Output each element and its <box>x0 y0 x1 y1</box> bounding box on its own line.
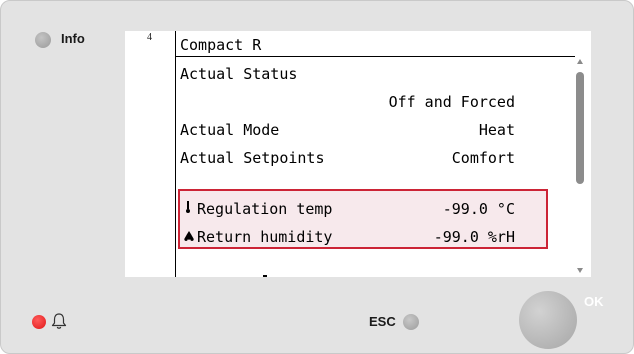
actual-mode-value: Heat <box>478 121 515 139</box>
return-humidity-label: Return humidity <box>197 228 333 246</box>
screen-title: Compact R <box>180 36 262 54</box>
ok-label: OK <box>584 294 604 309</box>
partial-next-line <box>263 275 267 277</box>
alarm-led-indicator <box>32 315 46 329</box>
actual-mode-label: Actual Mode <box>180 121 280 139</box>
actual-status-value: Off and Forced <box>388 93 515 111</box>
info-label: Info <box>61 31 85 46</box>
lcd-display: 4 Compact R Actual Status Off and Forced… <box>125 31 591 277</box>
scroll-down-arrow-icon[interactable] <box>577 268 583 273</box>
line-number: 4 <box>147 32 152 43</box>
header-divider <box>175 56 575 57</box>
scrollbar-thumb[interactable] <box>576 72 584 184</box>
humidity-drops-icon <box>183 229 197 247</box>
actual-setpoints-label: Actual Setpoints <box>180 149 325 167</box>
return-humidity-row[interactable]: Return humidity <box>183 228 332 247</box>
regulation-temp-row[interactable]: Regulation temp <box>183 200 332 219</box>
controller-panel: Info 4 Compact R Actual Status Off and F… <box>0 0 634 354</box>
regulation-temp-value: -99.0 °C <box>442 200 515 218</box>
esc-label: ESC <box>369 314 396 329</box>
return-humidity-value: -99.0 %rH <box>433 228 515 246</box>
ok-button[interactable] <box>519 291 577 349</box>
esc-button[interactable] <box>403 314 419 330</box>
scroll-up-arrow-icon[interactable] <box>577 59 583 64</box>
bell-icon[interactable] <box>51 312 67 330</box>
actual-setpoints-value: Comfort <box>451 149 515 167</box>
vertical-divider <box>175 31 176 277</box>
actual-status-label: Actual Status <box>180 65 298 83</box>
thermometer-icon <box>183 200 197 219</box>
info-button[interactable] <box>35 32 51 48</box>
regulation-temp-label: Regulation temp <box>197 200 333 218</box>
